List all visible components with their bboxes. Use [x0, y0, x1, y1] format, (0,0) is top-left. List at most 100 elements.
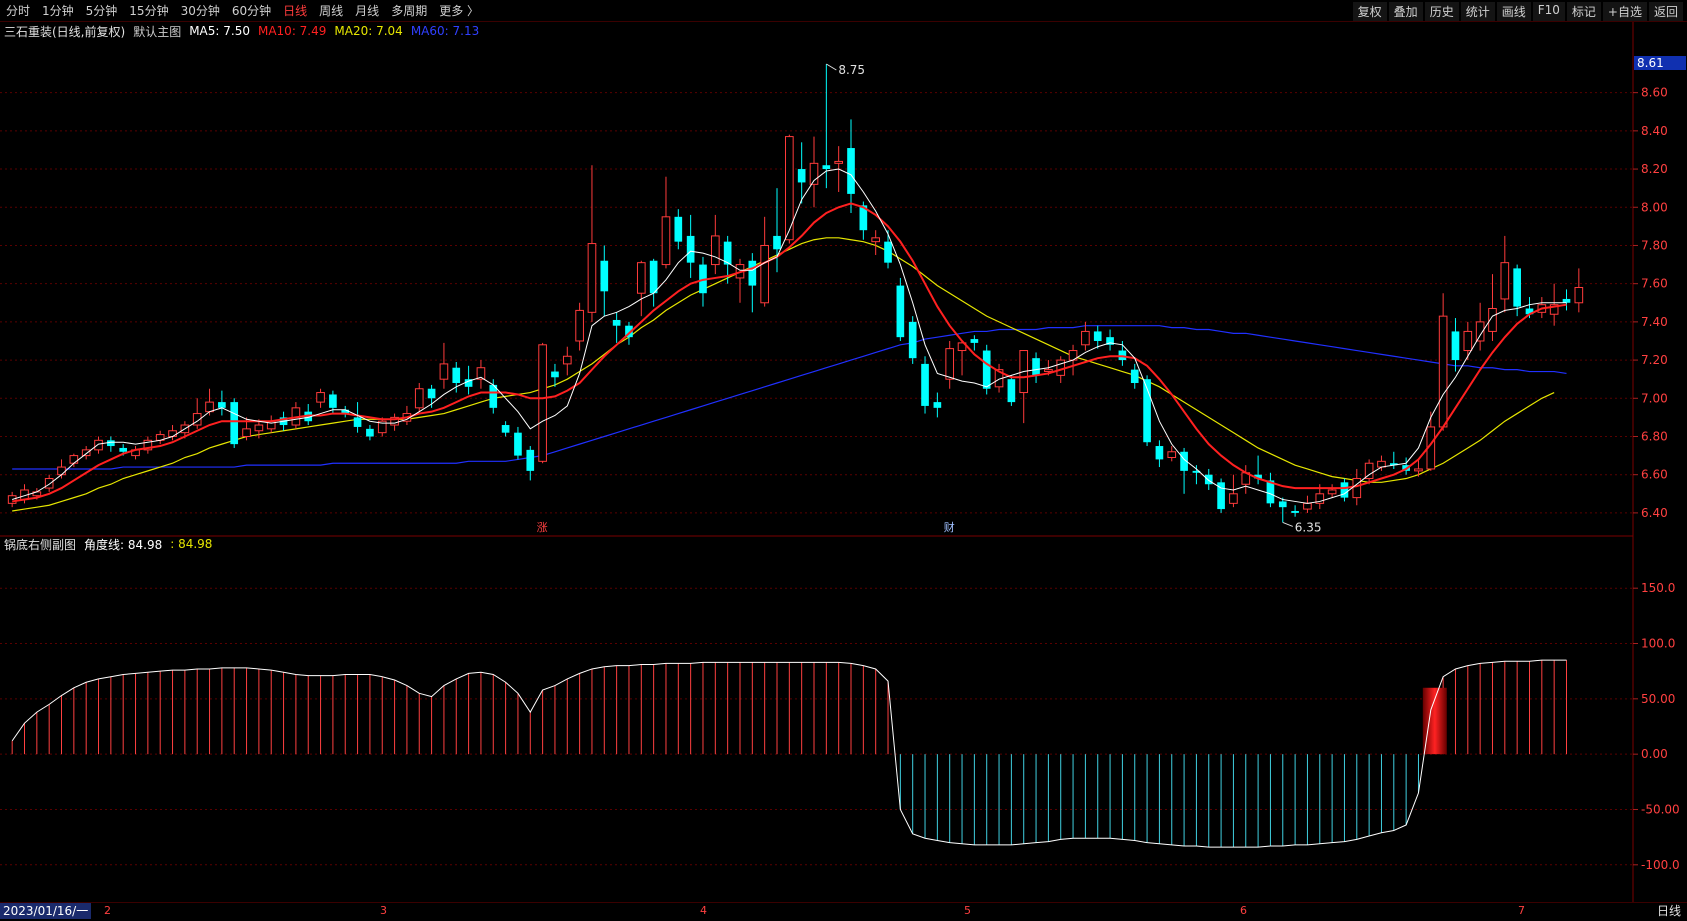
candle-body — [945, 348, 955, 380]
limit-up-marker: 涨 — [537, 521, 548, 534]
period-label[interactable]: 日线 — [1657, 903, 1681, 919]
candle-body — [427, 388, 436, 399]
price-tick-label: 6.60 — [1641, 468, 1668, 482]
time-axis — [0, 902, 1687, 921]
candle-body — [612, 319, 621, 326]
price-tick-label: 7.20 — [1641, 353, 1668, 367]
candle-body — [1562, 298, 1571, 303]
candle-body — [773, 235, 781, 250]
candle-body — [908, 321, 917, 359]
candle-body — [205, 401, 214, 413]
candle-body — [254, 424, 264, 432]
candle-body — [366, 428, 374, 437]
candle-body — [1327, 489, 1337, 495]
candle-body — [452, 367, 461, 384]
candle-body — [970, 339, 979, 343]
candle-body — [871, 237, 881, 243]
angle-tick-label: -100.0 — [1641, 858, 1680, 872]
candle-body — [316, 392, 325, 403]
month-label: 5 — [964, 904, 971, 917]
candle-body — [526, 449, 535, 471]
candle-body — [884, 241, 892, 263]
angle-tick-label: 150.0 — [1641, 581, 1675, 595]
candle-body — [1155, 446, 1164, 460]
candle-body — [218, 402, 226, 408]
candle-body — [230, 402, 239, 445]
angle-tick-label: -50.00 — [1641, 802, 1680, 816]
price-tick-label: 8.20 — [1641, 162, 1668, 176]
kline-chart[interactable]: 8.60 8.40 8.20 8.00 7.80 7.60 7.40 7.20 7.00 6.80… — [0, 0, 1687, 920]
high-marker-line — [826, 63, 837, 71]
candle-body — [710, 235, 720, 266]
price-tick-label: 7.80 — [1641, 238, 1668, 252]
candle-body — [933, 402, 942, 408]
finance-marker: 财 — [944, 520, 955, 534]
price-tick-label: 8.60 — [1641, 86, 1668, 100]
candle-body — [822, 165, 831, 170]
candle-body — [94, 439, 103, 451]
price-tick-label: 7.40 — [1641, 315, 1668, 329]
candle-body — [1463, 330, 1473, 352]
angle-tick-label: 100.0 — [1641, 637, 1675, 651]
candle-body — [1278, 501, 1287, 508]
candle-body — [587, 243, 597, 313]
candle-body — [1167, 451, 1177, 459]
candle-body — [1352, 478, 1362, 499]
candle-body — [119, 447, 128, 452]
candle-body — [1574, 286, 1584, 304]
candle-body — [921, 363, 929, 406]
candle-body — [168, 430, 177, 437]
candle-body — [242, 428, 251, 437]
candle-body — [982, 350, 991, 389]
candle-body — [1044, 369, 1053, 373]
candle-body — [636, 262, 646, 294]
candle-body — [797, 169, 806, 183]
candle-body — [107, 440, 115, 447]
candle-body — [1451, 331, 1460, 361]
candle-body — [1093, 331, 1102, 341]
candle-body — [1303, 502, 1312, 510]
month-label: 6 — [1240, 904, 1247, 917]
candle-body — [551, 371, 559, 378]
high-price-label: 8.75 — [838, 63, 865, 77]
month-label: 7 — [1518, 904, 1525, 917]
candle-body — [760, 244, 769, 304]
candle-body — [847, 148, 855, 194]
price-tick-label: 7.00 — [1641, 391, 1668, 405]
candle-body — [748, 260, 757, 286]
angle-tick-label: 50.00 — [1641, 692, 1675, 706]
candle-body — [1500, 262, 1510, 300]
ma20-line — [12, 237, 1555, 512]
candle-body — [414, 388, 424, 409]
candle-body — [439, 363, 449, 380]
month-label: 3 — [380, 904, 387, 917]
candle-body — [649, 260, 658, 294]
price-tick-label: 8.40 — [1641, 124, 1668, 138]
price-tick-label: 6.40 — [1641, 506, 1668, 520]
cursor-date: 2023/01/16/一 — [0, 903, 92, 919]
candle-body — [1513, 268, 1521, 307]
ma10-line — [12, 202, 1567, 503]
candle-body — [896, 285, 905, 338]
candle-body — [674, 216, 683, 242]
month-label: 2 — [104, 904, 111, 917]
candle-body — [1438, 315, 1448, 428]
low-price-label: 6.35 — [1295, 520, 1322, 534]
candle-body — [44, 478, 54, 489]
candle-body — [501, 425, 510, 433]
price-tick-label: 7.60 — [1641, 277, 1668, 291]
candle-body — [1032, 358, 1040, 376]
low-marker-line — [1282, 521, 1293, 527]
candle-body — [1414, 468, 1423, 472]
candle-body — [562, 355, 572, 365]
candle-body — [1056, 359, 1066, 376]
candle-body — [1229, 493, 1238, 504]
candle-body — [1291, 510, 1299, 513]
candle-body — [661, 216, 671, 266]
current-price-tag: 8.61 — [1634, 56, 1686, 70]
candle-body — [686, 235, 695, 263]
candle-body — [600, 260, 609, 292]
angle-tick-label: 0.00 — [1641, 747, 1668, 761]
candle-body — [1007, 379, 1016, 403]
candle-body — [57, 466, 66, 476]
